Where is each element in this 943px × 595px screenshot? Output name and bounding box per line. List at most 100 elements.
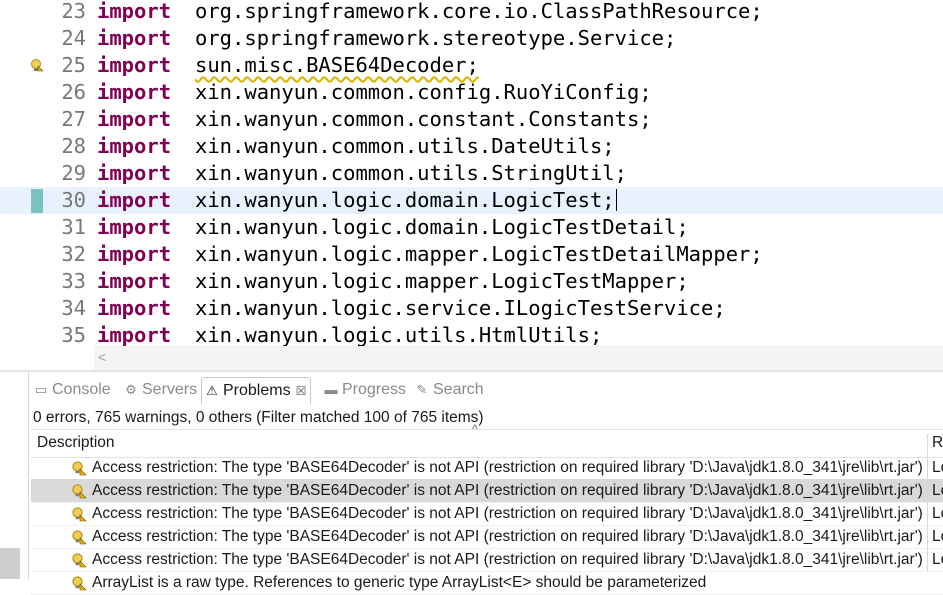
code-line[interactable]: 31 import xin.wanyun.logic.domain.LogicTes…: [0, 214, 943, 241]
close-tab-icon[interactable]: ☒: [296, 384, 307, 398]
line-number: 34: [61, 296, 86, 320]
import-path: sun.misc.BASE64Decoder;: [195, 53, 479, 77]
column-header-description[interactable]: Description: [37, 434, 115, 452]
warning-bulb-icon[interactable]: [30, 58, 44, 72]
table-row[interactable]: Access restriction: The type 'BASE64Deco…: [31, 502, 943, 526]
code-line[interactable]: 29 import xin.wanyun.common.utils.StringUt…: [0, 160, 943, 187]
import-keyword: import: [97, 53, 172, 77]
problems-icon: ⚠: [206, 383, 218, 398]
import-keyword: import: [97, 107, 172, 131]
import-keyword: import: [97, 242, 172, 266]
scroll-left-arrow-icon[interactable]: <: [98, 349, 106, 365]
console-icon: ▭: [34, 382, 48, 397]
problem-description: Access restriction: The type 'BASE64Deco…: [92, 505, 923, 522]
table-row[interactable]: Access restriction: The type 'BASE64Deco…: [31, 479, 943, 503]
import-keyword: import: [97, 323, 172, 347]
tab-problems[interactable]: ⚠ Problems ☒: [201, 377, 312, 404]
line-number: 33: [61, 269, 86, 293]
warning-icon: [72, 576, 87, 591]
tab-servers[interactable]: ⚙ Servers: [123, 378, 197, 402]
import-keyword: import: [97, 269, 172, 293]
warning-icon: [72, 530, 87, 545]
tab-label: Servers: [142, 381, 198, 398]
import-path: org.springframework.core.io.ClassPathRes…: [195, 0, 763, 23]
import-path: xin.wanyun.logic.mapper.LogicTestDetailM…: [195, 242, 763, 266]
line-number: 26: [61, 80, 86, 104]
sort-indicator-icon: ^: [472, 422, 478, 436]
code-editor[interactable]: 23 import org.springframework.core.io.Clas…: [0, 0, 943, 372]
text-caret: [615, 189, 617, 211]
line-number: 24: [61, 26, 86, 50]
code-line[interactable]: 35 import xin.wanyun.logic.utils.HtmlUtils…: [0, 322, 943, 349]
line-number: 25: [61, 53, 86, 77]
tab-label: Problems: [223, 382, 291, 399]
problems-table-header: ^ Description R: [31, 422, 943, 458]
problem-description: ArrayList is a raw type. References to g…: [92, 574, 707, 591]
line-number: 29: [61, 161, 86, 185]
line-number: 23: [61, 0, 86, 23]
import-keyword: import: [97, 0, 172, 23]
code-line[interactable]: 32 import xin.wanyun.logic.mapper.LogicTes…: [0, 241, 943, 268]
import-path: xin.wanyun.common.utils.DateUtils;: [195, 134, 615, 158]
code-line[interactable]: 27 import xin.wanyun.common.constant.Const…: [0, 106, 943, 133]
tab-search[interactable]: ✎ Search: [414, 378, 484, 402]
line-number: 35: [61, 323, 86, 347]
tab-label: Progress: [342, 381, 407, 398]
import-keyword: import: [97, 188, 172, 212]
import-path: org.springframework.stereotype.Service;: [195, 26, 677, 50]
code-line[interactable]: 34 import xin.wanyun.logic.service.ILogicT…: [0, 295, 943, 322]
table-row[interactable]: Access restriction: The type 'BASE64Deco…: [31, 456, 943, 480]
code-line[interactable]: 28 import xin.wanyun.common.utils.DateUtil…: [0, 133, 943, 160]
problem-resource: Lo: [927, 456, 943, 479]
code-line[interactable]: 26 import xin.wanyun.common.config.RuoYiCo…: [0, 79, 943, 106]
import-keyword: import: [97, 161, 172, 185]
code-line[interactable]: 24 import org.springframework.stereotype.S…: [0, 25, 943, 52]
import-keyword: import: [97, 134, 172, 158]
problem-description: Access restriction: The type 'BASE64Deco…: [92, 482, 923, 499]
tab-console[interactable]: ▭ Console: [33, 378, 111, 402]
line-number: 28: [61, 134, 86, 158]
warning-icon: [72, 507, 87, 522]
servers-icon: ⚙: [125, 382, 137, 397]
import-path: xin.wanyun.common.config.RuoYiConfig;: [195, 80, 652, 104]
view-tabs: ▭ Console ⚙ Servers ⚠ Problems ☒ ▬ Progress ✎ Sear…: [29, 377, 943, 404]
line-number: 31: [61, 215, 86, 239]
problems-table[interactable]: ^ Description R Access restriction: The …: [31, 422, 943, 595]
import-path: xin.wanyun.logic.mapper.LogicTestMapper;: [195, 269, 689, 293]
problem-description: Access restriction: The type 'BASE64Deco…: [92, 459, 923, 476]
import-keyword: import: [97, 80, 172, 104]
import-path: xin.wanyun.logic.domain.LogicTest;: [195, 188, 617, 212]
line-number: 32: [61, 242, 86, 266]
line-number: 27: [61, 107, 86, 131]
tab-label: Console: [52, 381, 111, 398]
import-keyword: import: [97, 215, 172, 239]
table-row[interactable]: Access restriction: The type 'BASE64Deco…: [31, 525, 943, 549]
code-line[interactable]: 33 import xin.wanyun.logic.mapper.LogicTes…: [0, 268, 943, 295]
table-row[interactable]: Access restriction: The type 'BASE64Deco…: [31, 548, 943, 572]
outer-scrollbar[interactable]: [0, 548, 20, 579]
search-icon: ✎: [416, 382, 428, 397]
import-path: xin.wanyun.logic.utils.HtmlUtils;: [195, 323, 603, 347]
warning-icon: [72, 461, 87, 476]
code-line[interactable]: 30 import xin.wanyun.logic.domain.LogicTes…: [0, 187, 943, 214]
editor-horizontal-scrollbar[interactable]: <: [94, 346, 943, 371]
table-row[interactable]: ArrayList is a raw type. References to g…: [31, 571, 943, 595]
import-path: xin.wanyun.logic.service.ILogicTestServi…: [195, 296, 726, 320]
warning-icon: [72, 553, 87, 568]
tab-progress[interactable]: ▬ Progress: [323, 378, 407, 402]
import-path: xin.wanyun.common.utils.StringUtil;: [195, 161, 627, 185]
progress-icon: ▬: [324, 382, 338, 397]
change-marker: [31, 189, 43, 213]
problem-resource: Lo: [927, 548, 943, 571]
line-number: 30: [61, 188, 86, 212]
problems-summary: 0 errors, 765 warnings, 0 others (Filter…: [33, 409, 484, 426]
import-keyword: import: [97, 26, 172, 50]
problem-resource: Lo: [927, 502, 943, 525]
code-line[interactable]: 23 import org.springframework.core.io.Clas…: [0, 0, 943, 25]
code-line[interactable]: 25 import sun.misc.BASE64Decoder;: [0, 52, 943, 79]
tab-label: Search: [433, 381, 484, 398]
column-header-resource[interactable]: R: [927, 434, 943, 456]
import-keyword: import: [97, 296, 172, 320]
import-path: xin.wanyun.common.constant.Constants;: [195, 107, 652, 131]
problem-description: Access restriction: The type 'BASE64Deco…: [92, 528, 923, 545]
